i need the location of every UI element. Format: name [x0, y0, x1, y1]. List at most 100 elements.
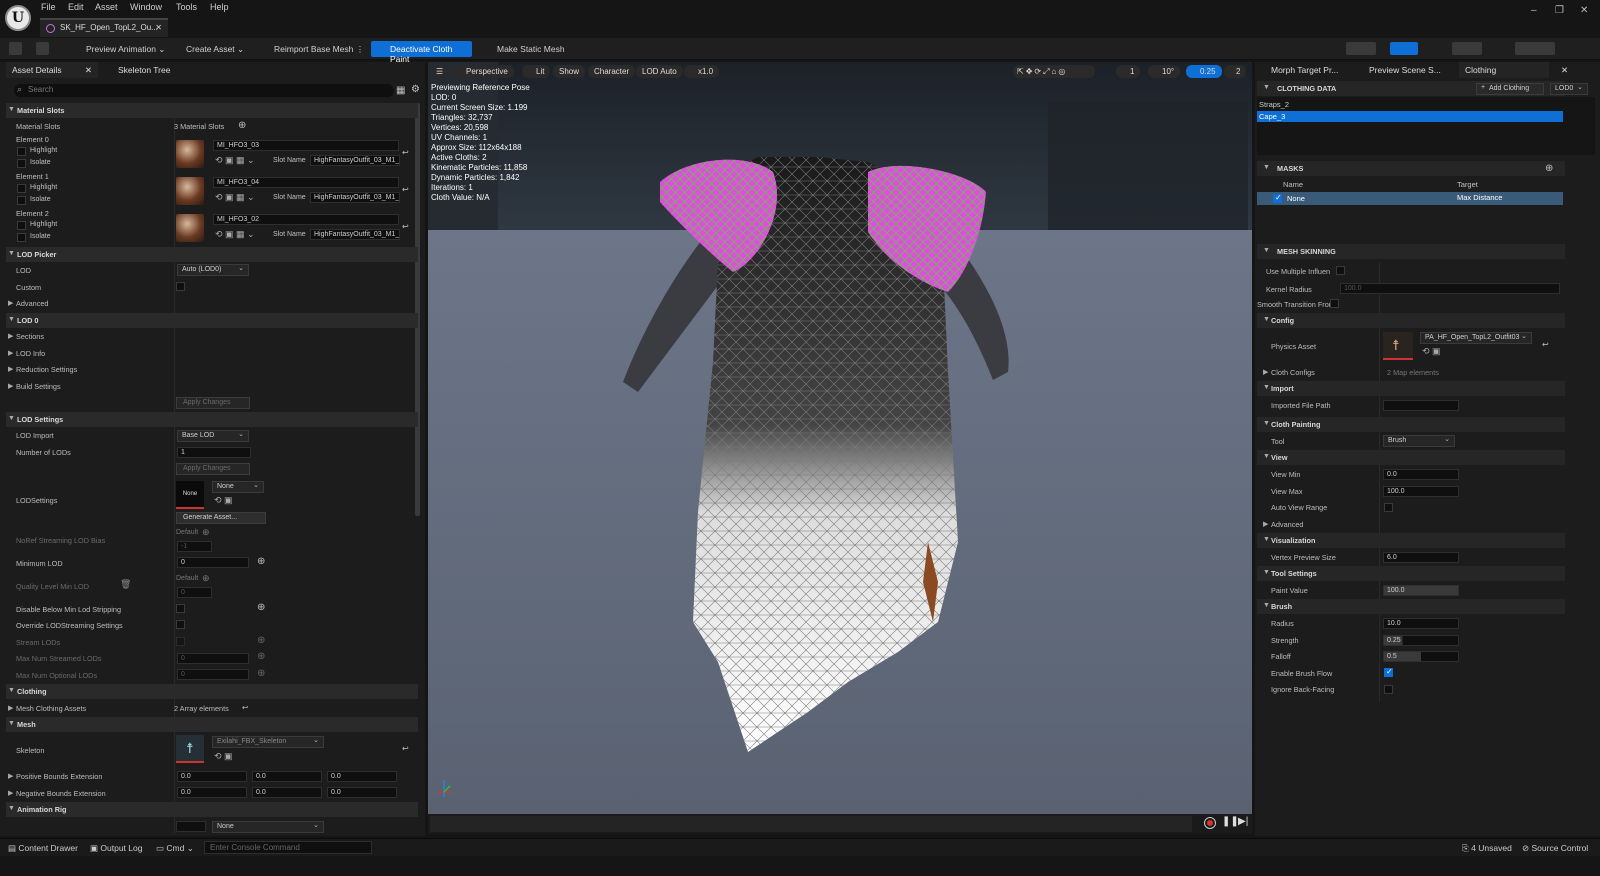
- reimport-button[interactable]: Reimport Base Mesh ⋮: [258, 41, 368, 57]
- isolate-checkbox-2[interactable]: [17, 233, 26, 242]
- brush-flow-checkbox[interactable]: [1384, 667, 1393, 677]
- material-thumbnail-2[interactable]: [176, 214, 204, 242]
- create-asset-button[interactable]: Create Asset ⌄: [172, 41, 248, 57]
- highlight-checkbox-1[interactable]: [17, 184, 26, 193]
- pos-bounds-z-input[interactable]: 0.0: [327, 771, 397, 782]
- asset-action-icons[interactable]: ⟲ ▣ ▦ ⌄: [215, 155, 255, 166]
- use-multiple-checkbox[interactable]: [1336, 266, 1345, 275]
- minimize-button[interactable]: –: [1531, 5, 1537, 16]
- category-lod-settings[interactable]: ▼ LOD Settings: [6, 412, 418, 427]
- imported-path-input[interactable]: [1383, 400, 1459, 411]
- override-checkbox[interactable]: [176, 620, 185, 629]
- mask-row[interactable]: None Max Distance: [1257, 192, 1563, 205]
- maximize-button[interactable]: ❐: [1555, 5, 1564, 16]
- asset-action-icons[interactable]: ⟲ ▣: [1422, 346, 1441, 357]
- neg-bounds-y-input[interactable]: 0.0: [252, 787, 322, 798]
- kernel-radius-input[interactable]: 100.0: [1340, 283, 1560, 294]
- generate-asset-button[interactable]: Generate Asset...: [176, 512, 266, 524]
- category-cloth-painting[interactable]: ▼ Cloth Painting: [1257, 417, 1565, 432]
- reduction-settings-row[interactable]: ▶ Reduction Settings: [6, 362, 418, 377]
- transform-tools-icons[interactable]: ⇱✥⟳⤢⌂◎: [1013, 65, 1095, 78]
- close-icon[interactable]: ✕: [85, 65, 92, 76]
- category-mesh[interactable]: ▼ Mesh: [6, 717, 418, 732]
- menu-help[interactable]: Help: [210, 2, 229, 12]
- menu-asset[interactable]: Asset: [95, 2, 118, 12]
- strength-slider[interactable]: 0.25: [1383, 635, 1459, 646]
- tab-clothing[interactable]: Clothing: [1459, 62, 1549, 78]
- radius-input[interactable]: 10.0: [1383, 618, 1459, 629]
- anim-rig-dropdown[interactable]: None: [212, 821, 324, 833]
- material-picker-1[interactable]: MI_HFO3_04: [213, 177, 399, 188]
- category-brush[interactable]: ▼ Brush: [1257, 599, 1565, 614]
- browse-icon[interactable]: [36, 42, 49, 55]
- max-streamed-input[interactable]: 0: [177, 653, 249, 664]
- reset-arrow-icon[interactable]: ↩: [1542, 340, 1549, 349]
- make-static-mesh-button[interactable]: Make Static Mesh: [482, 41, 569, 57]
- falloff-slider[interactable]: 0.5: [1383, 651, 1459, 662]
- details-search-input[interactable]: Search: [14, 84, 394, 97]
- stream-lods-checkbox[interactable]: [176, 637, 185, 646]
- pos-bounds-y-input[interactable]: 0.0: [252, 771, 322, 782]
- close-icon[interactable]: ✕: [1555, 62, 1574, 78]
- highlight-checkbox-0[interactable]: [17, 147, 26, 156]
- category-view[interactable]: ▼ View: [1257, 450, 1565, 465]
- lod-info-row[interactable]: ▶ LOD Info: [6, 346, 418, 361]
- cloth-configs-row[interactable]: ▶ Cloth Configs 2 Map elements: [1257, 365, 1565, 380]
- perspective-button[interactable]: Perspective: [452, 65, 514, 78]
- skeleton-thumbnail[interactable]: ☨: [176, 735, 204, 763]
- console-input[interactable]: Enter Console Command: [204, 841, 372, 854]
- close-window-button[interactable]: ✕: [1580, 5, 1588, 16]
- clothing-item-straps[interactable]: Straps_2: [1259, 100, 1289, 109]
- neg-bounds-x-input[interactable]: 0.0: [177, 787, 247, 798]
- lod-import-dropdown[interactable]: Base LOD: [177, 430, 249, 442]
- noref-input[interactable]: -1: [177, 541, 212, 552]
- menu-edit[interactable]: Edit: [68, 2, 84, 12]
- angle-snap-button[interactable]: 10°: [1148, 65, 1181, 78]
- category-mesh-skinning[interactable]: ▼ MESH SKINNING: [1257, 244, 1565, 259]
- asset-action-icons[interactable]: ⟲ ▣ ▦ ⌄: [215, 192, 255, 203]
- view-max-input[interactable]: 100.0: [1383, 486, 1459, 497]
- material-thumbnail-1[interactable]: [176, 177, 204, 205]
- source-control-button[interactable]: ⊘ Source Control: [1522, 843, 1588, 854]
- animation-mode-icon[interactable]: [1452, 42, 1482, 55]
- category-animation-rig[interactable]: ▼ Animation Rig: [6, 802, 418, 817]
- add-mask-icon[interactable]: ⊕: [1545, 163, 1553, 174]
- tab-preview-scene[interactable]: Preview Scene S...: [1355, 62, 1447, 78]
- lod-picker-advanced[interactable]: ▶ Advanced: [6, 296, 418, 311]
- vertex-preview-input[interactable]: 6.0: [1383, 552, 1459, 563]
- min-lod-input[interactable]: 0: [177, 557, 249, 568]
- category-clothing[interactable]: ▼ Clothing: [6, 684, 418, 699]
- grid-view-icon[interactable]: ▦: [396, 85, 405, 96]
- slot-name-input-2[interactable]: HighFantasyOutfit_03_M1_I: [310, 229, 400, 240]
- lod-dropdown[interactable]: Auto (LOD0): [177, 264, 249, 276]
- clothing-item-cape[interactable]: Cape_3: [1257, 111, 1563, 122]
- isolate-checkbox-0[interactable]: [17, 159, 26, 168]
- pos-bounds-x-input[interactable]: 0.0: [177, 771, 247, 782]
- asset-action-icons[interactable]: ⟲ ▣: [214, 495, 233, 506]
- pause-button[interactable]: ❚❚: [1222, 816, 1239, 827]
- save-icon[interactable]: [9, 42, 22, 55]
- content-drawer-button[interactable]: ▤ Content Drawer: [8, 843, 78, 854]
- viewport-menu-icon[interactable]: ☰: [433, 65, 447, 78]
- tab-asset-details[interactable]: Asset Details ✕: [6, 62, 98, 78]
- category-config[interactable]: ▼ Config: [1257, 313, 1565, 328]
- physics-asset-picker[interactable]: PA_HF_Open_TopL2_Outfit03: [1420, 332, 1532, 344]
- reset-arrow-icon[interactable]: ↩: [402, 222, 409, 231]
- unsaved-button[interactable]: ⎘ 4 Unsaved: [1462, 843, 1512, 854]
- settings-gear-icon[interactable]: ⚙: [411, 84, 420, 95]
- slot-name-input-0[interactable]: HighFantasyOutfit_03_M1_I: [310, 155, 400, 166]
- auto-view-range-checkbox[interactable]: [1384, 503, 1393, 512]
- skeleton-picker[interactable]: Exilahi_FBX_Skeleton: [212, 736, 324, 748]
- grid-snap-button[interactable]: 1: [1116, 65, 1141, 78]
- material-picker-2[interactable]: MI_HFO3_02: [213, 214, 399, 225]
- asset-action-icons[interactable]: ⟲ ▣ ▦ ⌄: [215, 229, 255, 240]
- step-forward-button[interactable]: ▶|: [1238, 816, 1248, 827]
- deactivate-cloth-paint-button[interactable]: Deactivate Cloth Paint: [371, 41, 472, 64]
- add-icon[interactable]: ⊕: [257, 651, 265, 662]
- category-tool-settings[interactable]: ▼ Tool Settings: [1257, 566, 1565, 581]
- rig-thumb-field[interactable]: [176, 821, 206, 832]
- add-clothing-button[interactable]: + Add Clothing: [1476, 83, 1544, 95]
- lod-auto-button[interactable]: LOD Auto: [636, 65, 683, 78]
- paint-value-input[interactable]: 100.0: [1383, 585, 1459, 596]
- menu-window[interactable]: Window: [130, 2, 162, 12]
